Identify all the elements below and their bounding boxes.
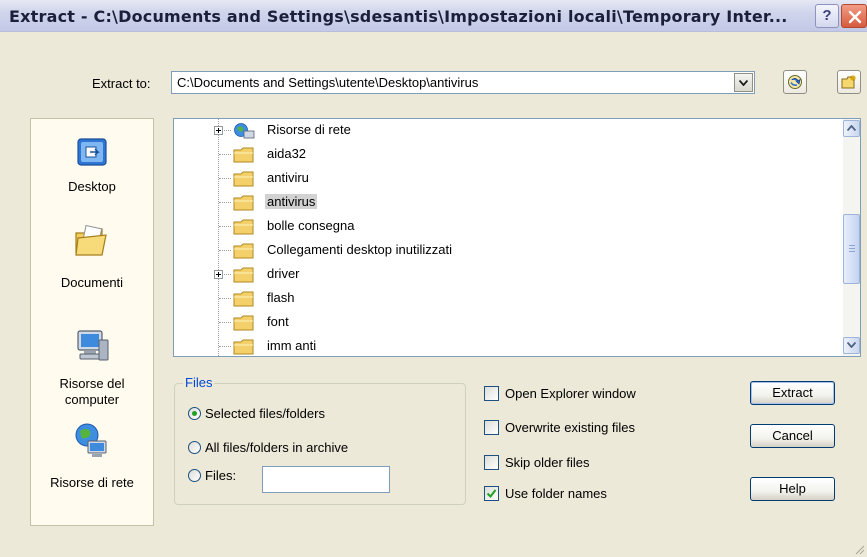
place-label: Desktop	[68, 179, 116, 194]
folder-icon	[233, 315, 254, 331]
chevron-down-icon	[739, 80, 748, 86]
tree-connector	[219, 250, 231, 251]
new-folder-button[interactable]	[837, 70, 861, 94]
title-bar[interactable]: Extract - C:\Documents and Settings\sdes…	[0, 0, 867, 32]
help-title-button[interactable]: ?	[815, 4, 839, 28]
close-button[interactable]	[841, 4, 867, 28]
checkbox-checked[interactable]	[484, 486, 499, 501]
radio-button[interactable]	[188, 441, 201, 454]
tree-item[interactable]: Collegamenti desktop inutilizzati	[174, 239, 834, 263]
combo-dropdown-button[interactable]	[734, 73, 753, 92]
resize-grip-icon[interactable]	[853, 543, 865, 555]
checkmark-icon	[486, 489, 497, 499]
tree-item-label[interactable]: Collegamenti desktop inutilizzati	[265, 242, 454, 257]
new-folder-icon	[841, 75, 856, 89]
tree-item[interactable]: antiviru	[174, 167, 834, 191]
checkbox-label: Overwrite existing files	[505, 420, 636, 435]
place-label: Documenti	[60, 275, 124, 290]
folder-icon	[233, 243, 254, 259]
tree-connector	[219, 322, 231, 323]
tree-item[interactable]: bolle consegna	[174, 215, 834, 239]
folder-icon	[233, 339, 254, 355]
tree-connector	[219, 178, 231, 179]
documents-folder-icon	[75, 224, 107, 256]
place-my-computer[interactable]: Risorse del computer	[31, 324, 153, 412]
checkbox[interactable]	[484, 455, 499, 470]
expand-plus-icon[interactable]	[214, 270, 223, 279]
tree-item-label[interactable]: font	[265, 314, 291, 329]
tree-item[interactable]: flash	[174, 287, 834, 311]
files-pattern-input[interactable]	[262, 466, 390, 493]
grip-line	[849, 251, 855, 252]
tree-connector	[219, 298, 231, 299]
tree-item-label[interactable]: Risorse di rete	[265, 122, 353, 137]
network-icon	[234, 123, 255, 139]
places-bar: Desktop Documenti Risorse del computer R…	[30, 118, 154, 526]
tree-item-label[interactable]: antivirus	[265, 194, 318, 209]
extract-to-combobox[interactable]: C:\Documents and Settings\utente\Desktop…	[171, 71, 755, 94]
scroll-thumb[interactable]	[843, 214, 860, 284]
extract-dialog: Extract - C:\Documents and Settings\sdes…	[0, 0, 867, 557]
tree-scrollbar[interactable]	[843, 119, 860, 356]
folder-icon	[233, 219, 254, 235]
cancel-button[interactable]: Cancel	[750, 424, 835, 448]
help-button[interactable]: Help	[750, 477, 835, 501]
tree-item-label[interactable]: flash	[265, 290, 296, 305]
desktop-icon	[77, 138, 107, 166]
place-label: Risorse di rete	[50, 475, 134, 490]
grip-line	[849, 248, 855, 249]
tree-item[interactable]: imm anti	[174, 335, 834, 356]
browse-back-button[interactable]	[783, 70, 807, 94]
checkbox[interactable]	[484, 386, 499, 401]
tree-item-label[interactable]: driver	[265, 266, 302, 281]
checkbox-label: Open Explorer window	[505, 386, 636, 401]
folder-icon	[233, 267, 254, 283]
chevron-up-icon	[847, 125, 856, 131]
place-desktop[interactable]: Desktop	[31, 129, 153, 199]
radio-label: Selected files/folders	[205, 406, 325, 421]
tree-item[interactable]: driver	[174, 263, 834, 287]
checkbox-label: Use folder names	[505, 486, 607, 501]
tree-item-label[interactable]: imm anti	[265, 338, 318, 353]
files-group-title: Files	[183, 375, 215, 390]
my-computer-icon	[77, 330, 109, 361]
tree-connector	[219, 226, 231, 227]
place-network[interactable]: Risorse di rete	[31, 419, 153, 499]
tree-item[interactable]: aida32	[174, 143, 834, 167]
tree-item-label[interactable]: antiviru	[265, 170, 311, 185]
expand-plus-icon[interactable]	[214, 126, 223, 135]
radio-button[interactable]	[188, 469, 201, 482]
network-places-icon	[75, 423, 107, 457]
tree-item-label[interactable]: aida32	[265, 146, 308, 161]
refresh-arrow-icon	[788, 75, 802, 89]
tree-item[interactable]: Risorse di rete	[174, 119, 834, 143]
tree-item-label[interactable]: bolle consegna	[265, 218, 356, 233]
folder-icon	[233, 195, 254, 211]
folder-icon	[233, 147, 254, 163]
window-title: Extract - C:\Documents and Settings\sdes…	[9, 7, 788, 26]
checkbox-label: Skip older files	[505, 455, 590, 470]
scroll-down-button[interactable]	[843, 337, 860, 354]
extract-button[interactable]: Extract	[750, 381, 835, 405]
tree-connector	[219, 154, 231, 155]
close-icon	[848, 10, 862, 24]
place-label: Risorse del computer	[59, 376, 125, 407]
scroll-up-button[interactable]	[843, 120, 860, 137]
radio-label: Files:	[205, 468, 237, 483]
tree-item[interactable]: font	[174, 311, 834, 335]
radio-button-checked[interactable]	[188, 407, 201, 420]
tree-item-selected[interactable]: antivirus	[174, 191, 834, 215]
checkbox[interactable]	[484, 420, 499, 435]
tree-connector	[219, 346, 231, 347]
folder-icon	[233, 291, 254, 307]
extract-to-value[interactable]: C:\Documents and Settings\utente\Desktop…	[177, 75, 478, 90]
folder-icon	[233, 171, 254, 187]
folder-tree[interactable]: Risorse di rete aida32 antiviru antiviru…	[173, 118, 861, 357]
place-documents[interactable]: Documenti	[31, 217, 153, 297]
radio-label: All files/folders in archive	[205, 440, 349, 455]
grip-line	[849, 245, 855, 246]
chevron-down-icon	[847, 342, 856, 348]
tree-connector	[219, 202, 231, 203]
extract-to-label: Extract to:	[92, 76, 151, 91]
